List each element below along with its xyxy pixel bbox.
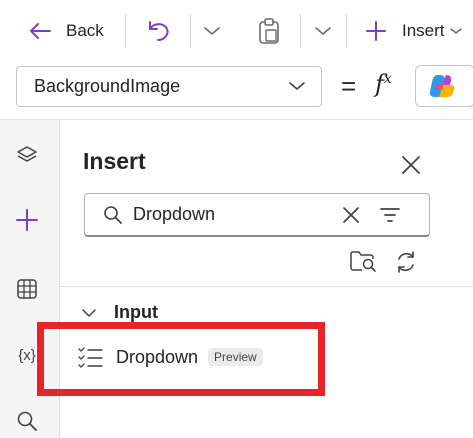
chevron-down-icon [315,27,331,35]
search-value: Dropdown [133,204,216,224]
undo-button[interactable] [146,14,172,48]
group-header-input[interactable]: Input [80,302,158,323]
fx-superscript: x [383,71,392,87]
layers-icon [17,146,37,162]
plus-icon [366,21,386,41]
insert-rail-button[interactable] [14,207,40,233]
close-icon[interactable] [400,154,422,176]
clear-icon[interactable] [341,205,361,225]
folder-search-icon[interactable] [349,249,377,273]
data-button[interactable] [14,276,40,302]
fx-letter: f [375,70,384,98]
variables-icon: {x} [18,346,36,364]
undo-icon [149,21,169,41]
insert-label: Insert [402,21,445,40]
search-icon [104,206,122,224]
search-rail-button[interactable] [14,408,40,434]
table-icon [17,279,37,299]
formula-bar: BackgroundImage = fx [0,62,473,120]
back-label: Back [66,21,104,40]
toolbar-separator [190,14,191,48]
chevron-down-icon [449,28,462,34]
toolbar-separator [300,14,301,48]
panel-title: Insert [83,148,146,174]
search-input[interactable]: Dropdown [84,193,430,237]
paste-button[interactable] [257,14,281,48]
highlight-box [37,322,325,396]
chevron-down-icon [204,27,220,35]
plus-icon [16,209,38,231]
copilot-icon [429,75,455,97]
insert-button[interactable]: Insert [365,14,463,48]
group-label: Input [114,302,158,322]
undo-dropdown-button[interactable] [202,14,222,48]
property-value: BackgroundImage [34,76,181,96]
copilot-button[interactable] [415,65,473,107]
tree-view-button[interactable] [14,142,40,168]
back-arrow-icon [30,23,51,39]
chevron-down-icon [289,82,305,90]
panel-divider [60,286,473,287]
clipboard-icon [259,18,279,44]
refresh-icon[interactable] [394,250,418,274]
back-button[interactable]: Back [28,14,104,48]
paste-dropdown-button[interactable] [313,14,333,48]
equals-sign: = [341,71,357,101]
chevron-down-icon [82,308,96,317]
command-toolbar: Back Insert [0,0,473,62]
fx-icon[interactable]: fx [375,70,392,98]
property-dropdown[interactable]: BackgroundImage [16,66,322,107]
toolbar-separator [346,14,347,48]
search-icon [17,411,37,431]
filter-icon[interactable] [379,206,401,224]
toolbar-separator [125,14,126,48]
